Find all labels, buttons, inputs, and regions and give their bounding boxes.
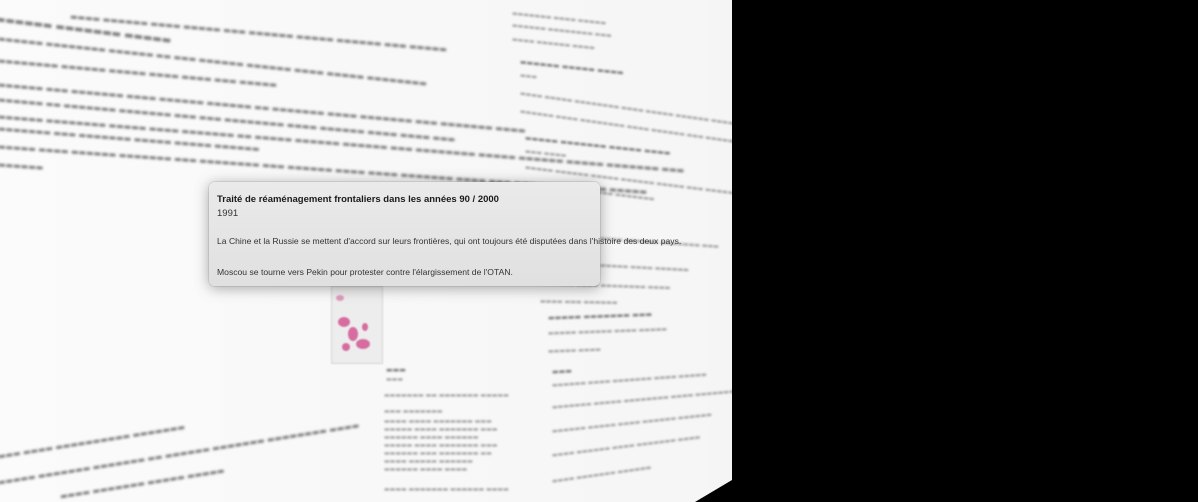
popover-description-2: Moscou se tourne vers Pekin pour protest… xyxy=(217,267,513,277)
blurred-list-line: ▬▬▬▬▬ ▬▬▬▬▬▬ ▬▬▬▬ ▬▬▬▬▬ xyxy=(547,325,668,337)
blurred-list-title: ▬▬▬ xyxy=(386,366,406,374)
screen: ▬▬▬▬▬▬ ▬▬▬▬▬▬▬ ▬▬▬▬▬ ▬▬▬▬ ▬▬▬▬▬▬ ▬▬▬▬ ▬▬… xyxy=(0,0,1198,502)
blurred-list-line: ▬▬▬▬ ▬▬▬ ▬▬▬▬▬▬ xyxy=(539,298,618,307)
blurred-list-line: ▬▬▬ xyxy=(519,72,538,81)
blurred-list-line: ▬▬▬▬▬ ▬▬▬▬ xyxy=(547,346,602,355)
blurred-list-line: ▬▬▬▬▬▬ ▬▬▬▬ ▬▬▬▬ xyxy=(384,466,468,473)
blurred-list-line: ▬▬▬ ▬▬▬▬▬▬▬ xyxy=(384,408,443,415)
blurred-list-title: ▬▬▬▬▬ ▬▬▬▬▬▬▬ ▬▬▬ xyxy=(547,310,653,322)
blurred-list-line: ▬▬▬▬ ▬▬▬▬▬▬ ▬▬▬▬ xyxy=(511,36,596,52)
blurred-list-line: ▬▬▬▬▬ ▬▬▬▬ ▬▬▬▬▬▬ xyxy=(599,262,689,274)
map-thumbnail-image[interactable] xyxy=(331,286,383,364)
blurred-list-line: ▬▬▬▬▬▬ ▬▬▬▬ ▬▬▬▬▬▬▬ ▬▬▬▬ ▬▬▬▬▬ xyxy=(551,371,707,389)
blurred-list-line: ▬▬▬▬▬▬▬ ▬▬ ▬▬▬▬▬▬▬ ▬▬▬▬▬ xyxy=(384,392,509,399)
popover-title: Traité de réaménagement frontaliers dans… xyxy=(217,194,499,205)
popover-year: 1991 xyxy=(217,208,239,219)
blurred-list-line: ▬▬▬▬ ▬▬▬▬▬▬ ▬▬▬▬ ▬▬▬▬▬▬▬ ▬▬▬▬ xyxy=(551,433,701,459)
blurred-list-line: ▬▬▬▬▬▬ ▬▬▬▬▬ ▬▬▬▬ ▬▬▬▬▬▬ ▬▬▬▬▬▬ xyxy=(551,411,713,435)
blurred-list-line: ▬▬▬▬ ▬▬▬▬▬ ▬▬▬▬▬▬ xyxy=(384,458,473,465)
blurred-list-line: ▬▬▬▬▬▬ ▬▬▬▬ ▬▬▬▬▬▬ xyxy=(384,434,479,441)
blurred-list-line: ▬▬▬▬ ▬▬▬▬▬▬▬ ▬▬▬▬▬▬ xyxy=(551,464,652,485)
blurred-list-line: ▬▬▬▬ ▬▬▬▬▬▬▬ ▬▬▬▬▬▬ ▬▬▬▬ xyxy=(384,486,509,493)
blurred-list-line: ▬▬▬▬▬▬▬ ▬▬▬▬▬ ▬▬▬▬▬▬▬▬ ▬▬▬▬ ▬▬▬▬▬▬▬ xyxy=(551,388,735,411)
blurred-list-title: ▬▬▬ xyxy=(551,366,573,376)
blurred-list-line: ▬▬▬▬▬ ▬▬▬▬ ▬▬▬▬▬▬▬ ▬▬▬ xyxy=(384,442,498,449)
blurred-list-line: ▬▬▬▬▬ ▬▬▬▬ ▬▬▬▬▬▬▬ ▬▬▬ xyxy=(384,426,498,433)
popover-description-1: La Chine et la Russie se mettent d'accor… xyxy=(217,236,682,246)
blurred-list-line: ▬▬▬▬ ▬▬▬▬ ▬▬▬▬▬▬▬ ▬▬▬ xyxy=(384,418,492,425)
timeline-event-popover[interactable]: Traité de réaménagement frontaliers dans… xyxy=(209,182,681,286)
blurred-text-line: ▬▬▬▬▬▬ xyxy=(0,160,44,173)
blurred-list-line: ▬▬▬▬▬▬ ▬▬▬ ▬▬▬▬▬▬▬ ▬▬ xyxy=(384,450,492,457)
blurred-list-line: ▬▬▬ xyxy=(386,376,404,383)
